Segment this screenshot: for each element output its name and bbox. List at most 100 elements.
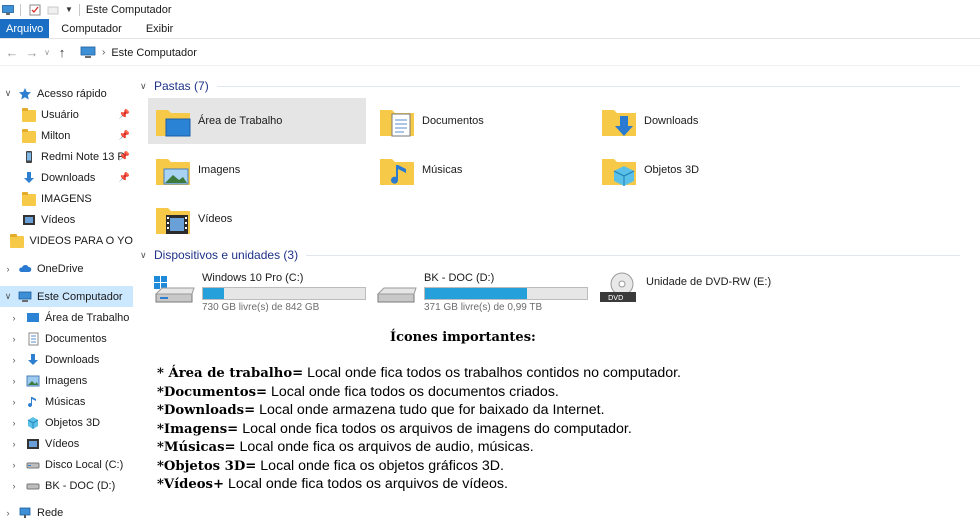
sidebar-item-redmi[interactable]: Redmi Note 13 P 📌 [0, 146, 133, 167]
chevron-down-icon[interactable]: ∨ [140, 81, 154, 92]
sidebar-item-downloads[interactable]: › Downloads [0, 349, 133, 370]
folder-objetos-3d[interactable]: Objetos 3D [594, 147, 812, 193]
folder-label: Vídeos [198, 213, 233, 225]
sidebar-item-imagens[interactable]: › Imagens [0, 370, 133, 391]
back-arrow-icon[interactable]: ← [3, 45, 21, 60]
drive-usage-bar [202, 287, 366, 300]
pin-icon: 📌 [118, 151, 130, 161]
breadcrumb-este-computador[interactable]: Este Computador [111, 47, 197, 59]
toolbar-divider [20, 3, 21, 16]
note-item: *Músicas= Local onde fica os arquivos de… [157, 439, 977, 458]
drive-e[interactable]: DVD Unidade de DVD-RW (E:) [596, 270, 814, 310]
svg-text:DVD: DVD [608, 294, 623, 302]
tab-arquivo[interactable]: Arquivo [0, 19, 50, 38]
toolbar-divider [78, 3, 80, 16]
desktop-icon [27, 312, 39, 322]
sidebar-item-videos-para-o-yo[interactable]: VIDEOS PARA O YO [0, 230, 133, 251]
note-term: * Área de trabalho= [157, 366, 304, 381]
drives-group-title: Dispositivos e unidades (3) [154, 248, 299, 262]
sidebar-item-rede[interactable]: › Rede [0, 502, 133, 523]
pin-icon: 📌 [118, 172, 130, 182]
pin-icon: 📌 [118, 130, 130, 140]
sidebar-item-onedrive[interactable]: › OneDrive [0, 258, 133, 279]
cloud-icon [19, 264, 32, 272]
chevron-down-icon[interactable]: ∨ [2, 291, 14, 302]
note-term: *Downloads= [157, 403, 256, 418]
folder-label: Músicas [422, 164, 463, 176]
sidebar-item-area-de-trabalho[interactable]: › Área de Trabalho [0, 307, 133, 328]
sidebar-item-usuario[interactable]: Usuário 📌 [0, 104, 133, 125]
chevron-right-icon[interactable]: › [8, 313, 20, 323]
sidebar-item-este-computador[interactable]: ∨ Este Computador [0, 286, 133, 307]
sidebar-item-objetos-3d[interactable]: › Objetos 3D [0, 412, 133, 433]
sidebar-item-bk-doc-d[interactable]: › BK - DOC (D:) [0, 475, 133, 496]
chevron-right-icon[interactable]: › [8, 334, 20, 344]
drive-info: Windows 10 Pro (C:) 730 GB livre(s) de 8… [202, 272, 366, 313]
chevron-right-icon[interactable]: › [8, 376, 20, 386]
sidebar-item-videos-quick[interactable]: Vídeos [0, 209, 133, 230]
chevron-right-icon[interactable]: › [8, 460, 20, 470]
folder-documentos[interactable]: Documentos [372, 98, 590, 144]
sidebar-item-acesso-rapido[interactable]: ∨ Acesso rápido [0, 83, 133, 104]
drives-group-header[interactable]: ∨ Dispositivos e unidades (3) [140, 248, 960, 262]
note-item: *Vídeos+ Local onde fica todos os arquiv… [157, 476, 977, 495]
folder-label: Área de Trabalho [198, 115, 283, 127]
note-description: Local onde armazena tudo que for baixado… [255, 402, 605, 418]
drive-info: BK - DOC (D:) 371 GB livre(s) de 0,99 TB [424, 272, 588, 313]
chevron-down-icon[interactable]: ∨ [2, 88, 14, 99]
notes-title: Ícones importantes: [390, 330, 536, 345]
video-icon [23, 214, 35, 225]
sidebar-item-downloads-quick[interactable]: Downloads 📌 [0, 167, 133, 188]
chevron-right-icon[interactable]: › [8, 418, 20, 428]
tab-computador[interactable]: Computador [49, 19, 134, 38]
chevron-down-icon[interactable]: ∨ [140, 250, 154, 261]
drive-usage-fill [425, 288, 528, 299]
chevron-right-icon[interactable]: › [8, 481, 20, 491]
computer-icon[interactable] [2, 4, 14, 16]
folder-videos[interactable]: Vídeos [148, 196, 366, 242]
drive-c[interactable]: Windows 10 Pro (C:) 730 GB livre(s) de 8… [152, 270, 370, 313]
sidebar-item-videos[interactable]: › Vídeos [0, 433, 133, 454]
folder-label: Objetos 3D [644, 164, 700, 176]
sidebar-item-disco-local-c[interactable]: › Disco Local (C:) [0, 454, 133, 475]
recent-locations-chevron-icon[interactable]: ∨ [41, 48, 53, 57]
folder-imagens[interactable]: Imagens [148, 147, 366, 193]
customize-quick-access-icon[interactable]: ▼ [65, 5, 73, 14]
chevron-right-icon[interactable]: › [2, 264, 14, 274]
tab-exibir[interactable]: Exibir [134, 19, 186, 38]
breadcrumb-separator-icon[interactable]: › [102, 47, 105, 58]
navigation-pane: ∨ Acesso rápido Usuário 📌 Milton 📌 Redmi… [0, 82, 133, 525]
note-description: Local onde fica os objetos gráficos 3D. [256, 457, 504, 474]
drive-d[interactable]: BK - DOC (D:) 371 GB livre(s) de 0,99 TB [374, 270, 592, 313]
folder-musicas[interactable]: Músicas [372, 147, 590, 193]
sidebar-item-label: Milton [41, 129, 71, 142]
drive-free-space: 371 GB livre(s) de 0,99 TB [424, 302, 543, 313]
chevron-right-icon[interactable]: › [8, 439, 20, 449]
group-divider [216, 85, 960, 87]
chevron-right-icon[interactable]: › [8, 355, 20, 365]
folder-downloads[interactable]: Downloads [594, 98, 812, 144]
sidebar-item-milton[interactable]: Milton 📌 [0, 125, 133, 146]
address-bar[interactable]: › Este Computador [79, 42, 980, 63]
drive-usage-fill [203, 288, 225, 299]
up-arrow-icon[interactable]: ↑ [53, 45, 71, 60]
chevron-right-icon[interactable]: › [8, 397, 20, 407]
note-term: *Imagens= [157, 421, 239, 437]
sidebar-item-documentos[interactable]: › Documentos [0, 328, 133, 349]
sidebar-item-musicas[interactable]: › Músicas [0, 391, 133, 412]
folders-group-header[interactable]: ∨ Pastas (7) [140, 79, 960, 93]
note-description: Local onde fica todos os trabalhos conti… [303, 365, 681, 381]
folder-icon [22, 107, 36, 122]
chevron-right-icon[interactable]: › [2, 508, 14, 518]
forward-arrow-icon[interactable]: → [23, 45, 41, 60]
folder-icon [10, 233, 25, 248]
window-title: Este Computador [85, 3, 172, 16]
drive-usage-bar [424, 287, 588, 300]
ribbon-tabs: Arquivo Computador Exibir [0, 19, 980, 39]
sidebar-item-imagens-folder[interactable]: IMAGENS [0, 188, 133, 209]
properties-icon[interactable] [29, 4, 41, 16]
music-icon [28, 396, 36, 407]
sidebar-item-label: Imagens [45, 374, 88, 387]
folder-area-de-trabalho[interactable]: Área de Trabalho [148, 98, 366, 144]
new-folder-icon[interactable] [47, 4, 59, 16]
